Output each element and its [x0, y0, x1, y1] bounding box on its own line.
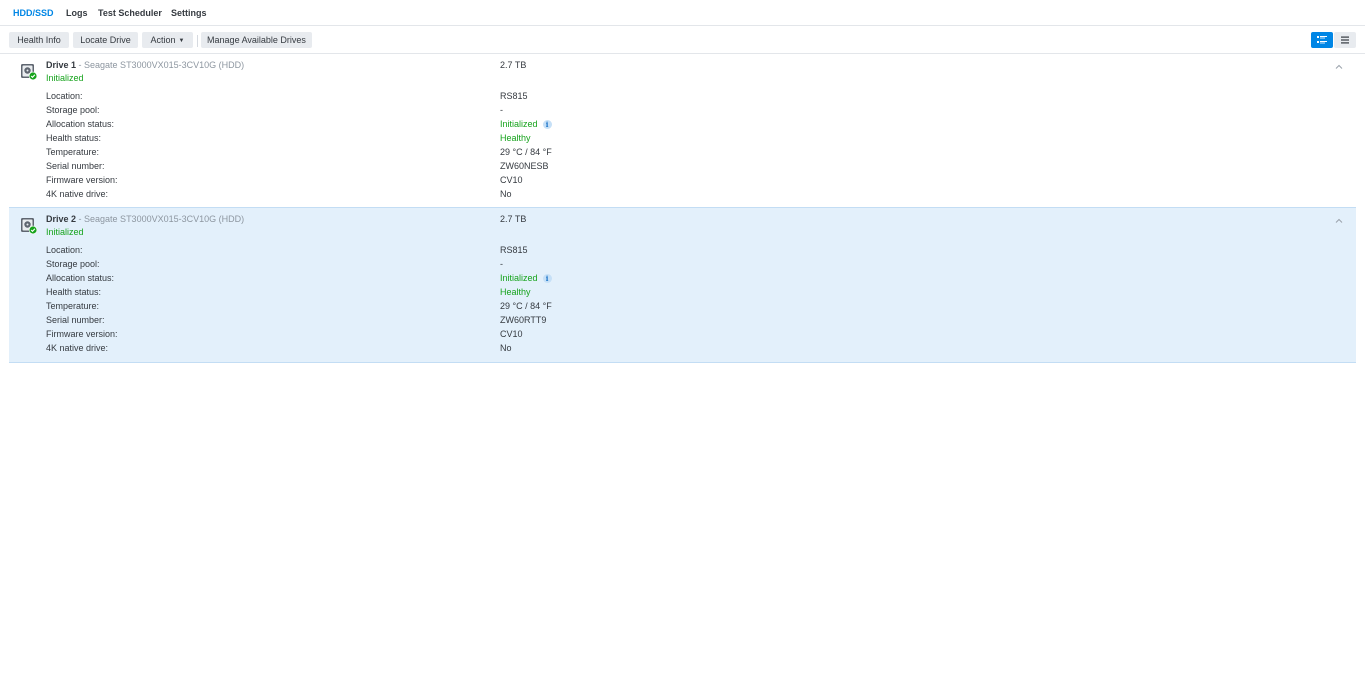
- field-value-4k-native: No: [500, 343, 512, 353]
- info-icon[interactable]: i: [542, 120, 552, 129]
- list-view-button[interactable]: [1334, 32, 1356, 48]
- field-label-health-status: Health status:: [46, 287, 102, 297]
- field-value-health-status: Healthy: [500, 287, 531, 297]
- detail-list-icon: [1317, 36, 1327, 44]
- chevron-up-icon[interactable]: [1335, 218, 1343, 224]
- hdd-icon: [21, 64, 38, 81]
- drive-title: Drive 2 - Seagate ST3000VX015-3CV10G (HD…: [46, 214, 244, 224]
- field-label-firmware-version: Firmware version:: [46, 175, 118, 185]
- field-value-health-status: Healthy: [500, 133, 531, 143]
- field-value-storage-pool: -: [500, 105, 503, 115]
- field-value-firmware-version: CV10: [500, 329, 523, 339]
- drive-status: Initialized: [46, 73, 84, 83]
- toolbar-divider: [197, 35, 198, 47]
- drive-card-2[interactable]: Drive 2 - Seagate ST3000VX015-3CV10G (HD…: [9, 207, 1356, 363]
- field-label-4k-native: 4K native drive:: [46, 343, 109, 353]
- health-info-button[interactable]: Health Info: [9, 32, 69, 48]
- drive-capacity: 2.7 TB: [500, 214, 527, 224]
- field-value-storage-pool: -: [500, 259, 503, 269]
- field-label-serial-number: Serial number:: [46, 315, 105, 325]
- action-button[interactable]: Action ▼: [142, 32, 193, 48]
- locate-drive-button[interactable]: Locate Drive: [73, 32, 138, 48]
- hdd-icon: [21, 218, 38, 235]
- detail-view-button[interactable]: [1311, 32, 1333, 48]
- allocation-status-text: Initialized: [500, 119, 538, 129]
- list-icon: [1341, 36, 1349, 44]
- field-label-firmware-version: Firmware version:: [46, 329, 118, 339]
- drive-status: Initialized: [46, 227, 84, 237]
- tab-logs[interactable]: Logs: [66, 8, 88, 18]
- field-value-allocation-status: Initialized i: [500, 273, 552, 283]
- field-label-storage-pool: Storage pool:: [46, 259, 100, 269]
- drive-name: Drive 1: [46, 60, 77, 70]
- info-icon[interactable]: i: [542, 274, 552, 283]
- drive-model: - Seagate ST3000VX015-3CV10G (HDD): [76, 60, 245, 70]
- field-label-location: Location:: [46, 91, 83, 101]
- field-value-4k-native: No: [500, 189, 512, 199]
- field-label-temperature: Temperature:: [46, 147, 100, 157]
- drive-card-1[interactable]: Drive 1 - Seagate ST3000VX015-3CV10G (HD…: [9, 54, 1356, 208]
- tab-bar: HDD/SSD Logs Test Scheduler Settings: [0, 0, 1365, 26]
- field-value-firmware-version: CV10: [500, 175, 523, 185]
- field-value-allocation-status: Initialized i: [500, 119, 552, 129]
- tab-hdd-ssd[interactable]: HDD/SSD: [13, 8, 54, 18]
- drive-name: Drive 2: [46, 214, 77, 224]
- locate-drive-label: Locate Drive: [80, 35, 131, 45]
- action-label: Action: [150, 35, 176, 45]
- drive-title: Drive 1 - Seagate ST3000VX015-3CV10G (HD…: [46, 60, 244, 70]
- field-label-allocation-status: Allocation status:: [46, 119, 115, 129]
- field-label-storage-pool: Storage pool:: [46, 105, 100, 115]
- toolbar: Health Info Locate Drive Action ▼ Manage …: [0, 26, 1365, 54]
- drive-model: - Seagate ST3000VX015-3CV10G (HDD): [76, 214, 245, 224]
- field-value-temperature: 29 °C / 84 °F: [500, 147, 552, 157]
- manage-available-drives-button[interactable]: Manage Available Drives: [201, 32, 312, 48]
- caret-down-icon: ▼: [178, 38, 185, 44]
- field-label-4k-native: 4K native drive:: [46, 189, 109, 199]
- allocation-status-text: Initialized: [500, 273, 538, 283]
- field-label-serial-number: Serial number:: [46, 161, 105, 171]
- health-info-label: Health Info: [17, 35, 61, 45]
- field-label-allocation-status: Allocation status:: [46, 273, 115, 283]
- field-value-location: RS815: [500, 245, 528, 255]
- tab-settings[interactable]: Settings: [171, 8, 207, 18]
- field-value-serial-number: ZW60RTT9: [500, 315, 547, 325]
- field-label-location: Location:: [46, 245, 83, 255]
- field-label-temperature: Temperature:: [46, 301, 100, 311]
- field-value-location: RS815: [500, 91, 528, 101]
- chevron-up-icon[interactable]: [1335, 64, 1343, 70]
- field-label-health-status: Health status:: [46, 133, 102, 143]
- manage-drives-label: Manage Available Drives: [207, 35, 306, 45]
- drive-capacity: 2.7 TB: [500, 60, 527, 70]
- field-value-serial-number: ZW60NESB: [500, 161, 549, 171]
- field-value-temperature: 29 °C / 84 °F: [500, 301, 552, 311]
- tab-test-scheduler[interactable]: Test Scheduler: [98, 8, 162, 18]
